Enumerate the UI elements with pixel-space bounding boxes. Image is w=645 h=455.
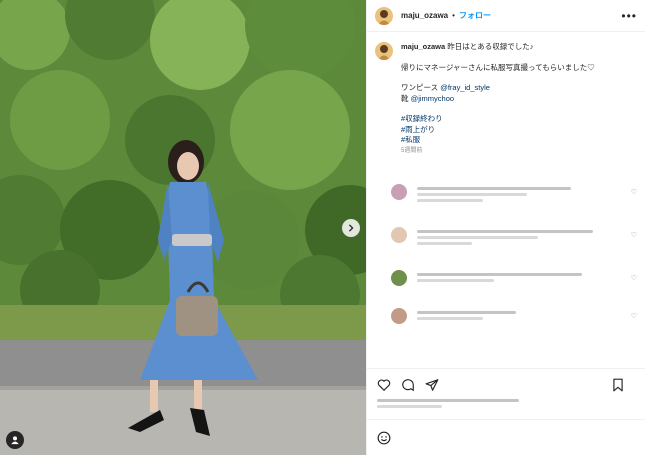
post-caption: maju_ozawa 昨日はとある収録でした♪ 帰りにマネージャーさんに私服写真… <box>367 32 645 156</box>
post-header: maju_ozawa • フォロー ••• <box>367 0 645 32</box>
blurred-text <box>377 405 442 408</box>
blurred-text <box>417 273 582 276</box>
share-icon <box>425 379 439 391</box>
list-item: ♡ <box>391 270 637 286</box>
comment-heart-icon[interactable]: ♡ <box>631 188 637 196</box>
caption-line-1: 昨日はとある収録でした♪ <box>447 42 534 51</box>
share-button[interactable] <box>425 378 439 392</box>
instagram-post: maju_ozawa • フォロー ••• maju_ozawa 昨日はとある収… <box>0 0 645 455</box>
tagged-users-button[interactable] <box>6 431 24 449</box>
dress-mention-link[interactable]: @fray_id_style <box>440 83 490 92</box>
caption-body: maju_ozawa 昨日はとある収録でした♪ 帰りにマネージャーさんに私服写真… <box>401 42 595 156</box>
follow-button[interactable]: フォロー <box>459 10 491 21</box>
blurred-text <box>417 311 516 314</box>
comment-icon <box>402 379 414 392</box>
avatar[interactable] <box>391 184 407 200</box>
post-side-panel: maju_ozawa • フォロー ••• maju_ozawa 昨日はとある収… <box>366 0 645 455</box>
avatar[interactable] <box>391 308 407 324</box>
blurred-text <box>417 199 483 202</box>
blurred-likes <box>377 399 519 402</box>
post-actions <box>367 368 645 419</box>
avatar[interactable] <box>391 227 407 243</box>
save-button[interactable] <box>611 378 625 392</box>
chevron-right-icon <box>348 224 354 232</box>
avatar[interactable] <box>391 270 407 286</box>
more-icon[interactable]: ••• <box>621 9 637 23</box>
blurred-text <box>417 236 538 239</box>
next-photo-button[interactable] <box>342 219 360 237</box>
heart-icon <box>377 379 391 392</box>
post-timestamp: 5週間前 <box>401 147 423 154</box>
hashtag-link[interactable]: #私服 <box>401 135 595 146</box>
dress-label: ワンピース <box>401 83 441 92</box>
comment-list: ♡ ♡ ♡ ♡ <box>367 184 645 346</box>
list-item: ♡ <box>391 227 637 248</box>
blurred-text <box>417 230 593 233</box>
separator-dot: • <box>452 11 455 20</box>
blurred-text <box>417 187 571 190</box>
shoes-label: 靴 <box>401 93 411 103</box>
user-tag-icon <box>11 436 19 445</box>
comment-heart-icon[interactable]: ♡ <box>631 274 637 282</box>
add-comment-bar <box>367 419 645 455</box>
list-item: ♡ <box>391 308 637 324</box>
bookmark-icon <box>613 378 623 392</box>
caption-line-2: 帰りにマネージャーさんに私服写真撮ってもらいました♡ <box>401 62 595 72</box>
caption-avatar[interactable] <box>375 42 393 60</box>
comment-button[interactable] <box>401 378 415 392</box>
blurred-text <box>417 317 483 320</box>
blurred-text <box>417 279 494 282</box>
hashtag-link[interactable]: #収録終わり <box>401 114 595 125</box>
comment-input[interactable] <box>401 433 635 442</box>
emoji-button[interactable] <box>377 431 391 445</box>
comment-heart-icon[interactable]: ♡ <box>631 312 637 320</box>
header-username[interactable]: maju_ozawa <box>401 11 448 20</box>
avatar-image <box>375 6 393 25</box>
hashtag-link[interactable]: #雨上がり <box>401 125 595 136</box>
emoji-icon <box>377 431 391 444</box>
blurred-text <box>417 242 472 245</box>
avatar[interactable] <box>375 6 393 25</box>
shoes-mention-link[interactable]: @jimmychoo <box>411 94 454 103</box>
blurred-text <box>417 193 527 196</box>
comment-heart-icon[interactable]: ♡ <box>631 231 637 239</box>
like-button[interactable] <box>377 378 391 392</box>
post-photo[interactable] <box>0 0 366 455</box>
photo-scene <box>0 0 366 455</box>
list-item: ♡ <box>391 184 637 205</box>
avatar-image <box>375 42 393 60</box>
caption-username[interactable]: maju_ozawa <box>401 42 445 51</box>
